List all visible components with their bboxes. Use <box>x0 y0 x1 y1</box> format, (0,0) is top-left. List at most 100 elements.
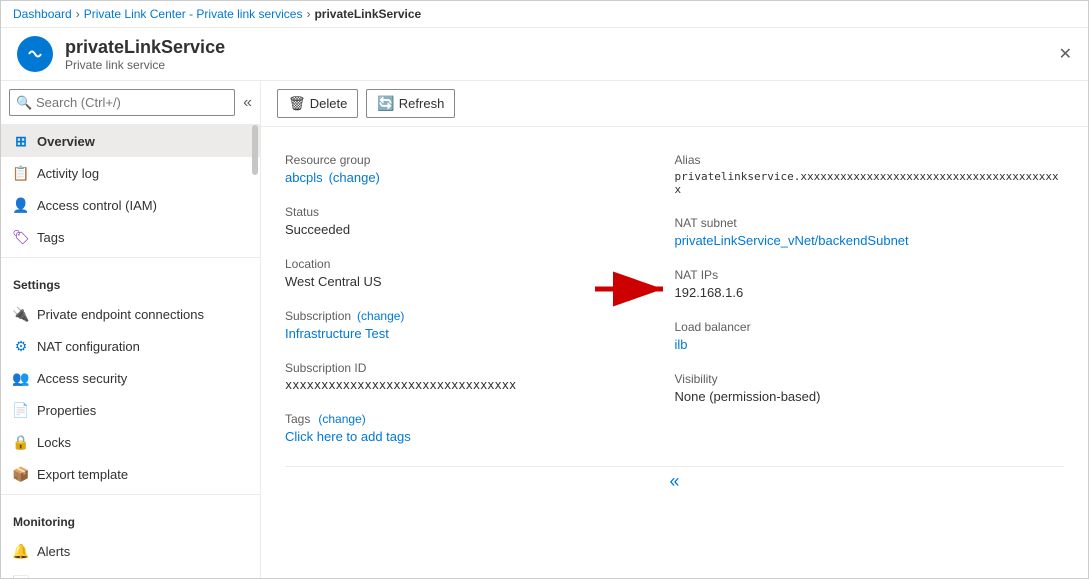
arrow-indicator <box>595 271 675 310</box>
locks-icon: 🔒 <box>13 434 29 450</box>
alias-label: Alias <box>675 153 1065 167</box>
nav-item-metrics[interactable]: 📊 Metrics <box>1 567 260 578</box>
nav-label-overview: Overview <box>37 134 95 149</box>
breadcrumb-private-link[interactable]: Private Link Center - Private link servi… <box>84 7 303 21</box>
private-endpoint-icon: 🔌 <box>13 306 29 322</box>
tags-change[interactable]: (change) <box>318 412 365 426</box>
service-title: privateLinkService <box>65 37 225 58</box>
nav-item-export-template[interactable]: 📦 Export template <box>1 458 260 490</box>
main-layout: 🔍 « ⊞ Overview 📋 Activity log <box>1 81 1088 578</box>
nav-label-access-control: Access control (IAM) <box>37 198 157 213</box>
status-label: Status <box>285 205 675 219</box>
delete-button[interactable]: 🗑 Delete <box>277 89 358 118</box>
alerts-icon: 🔔 <box>13 543 29 559</box>
resource-group-change[interactable]: (change) <box>329 170 380 185</box>
nav-item-tags[interactable]: 🏷 Tags <box>1 221 260 253</box>
nat-ips-item: NAT IPs 192.168.1.6 <box>675 258 1065 310</box>
subscription-label-row: Subscription (change) <box>285 309 675 323</box>
metrics-icon: 📊 <box>13 575 29 578</box>
nav-item-activity-log[interactable]: 📋 Activity log <box>1 157 260 189</box>
load-balancer-item: Load balancer ilb <box>675 310 1065 362</box>
nav-item-nat-config[interactable]: ⚙ NAT configuration <box>1 330 260 362</box>
service-icon <box>17 36 53 72</box>
nav-label-activity-log: Activity log <box>37 166 99 181</box>
resource-group-value[interactable]: abcpls <box>285 170 323 185</box>
content-area: 🗑 Delete 🔄 Refresh Resource group <box>261 81 1088 578</box>
nav-label-properties: Properties <box>37 403 96 418</box>
nav-label-alerts: Alerts <box>37 544 70 559</box>
subscription-change[interactable]: (change) <box>357 309 404 323</box>
visibility-item: Visibility None (permission-based) <box>675 362 1065 414</box>
refresh-icon: 🔄 <box>377 95 394 112</box>
breadcrumb-dashboard[interactable]: Dashboard <box>13 7 72 21</box>
toolbar: 🗑 Delete 🔄 Refresh <box>261 81 1088 127</box>
tags-item: Tags (change) Click here to add tags <box>285 402 675 454</box>
overview-icon: ⊞ <box>13 133 29 149</box>
tags-label-row: Tags (change) <box>285 412 675 426</box>
resource-group-label: Resource group <box>285 153 675 167</box>
details-grid: Resource group abcpls (change) Status Su… <box>285 143 1064 454</box>
nav-item-alerts[interactable]: 🔔 Alerts <box>1 535 260 567</box>
subscription-id-value: xxxxxxxxxxxxxxxxxxxxxxxxxxxxxxxx <box>285 378 675 392</box>
breadcrumb-current: privateLinkService <box>314 7 421 21</box>
delete-icon: 🗑 <box>288 95 306 112</box>
export-template-icon: 📦 <box>13 466 29 482</box>
nat-subnet-value[interactable]: privateLinkService_vNet/backendSubnet <box>675 233 909 248</box>
access-control-icon: 👤 <box>13 197 29 213</box>
right-column: Alias privatelinkservice.xxxxxxxxxxxxxxx… <box>675 143 1065 454</box>
refresh-button[interactable]: 🔄 Refresh <box>366 89 455 118</box>
header-left: privateLinkService Private link service <box>17 36 225 72</box>
nat-subnet-item: NAT subnet privateLinkService_vNet/backe… <box>675 206 1065 258</box>
sidebar-search-row: 🔍 « <box>1 81 260 125</box>
nav-item-properties[interactable]: 📄 Properties <box>1 394 260 426</box>
properties-icon: 📄 <box>13 402 29 418</box>
close-button[interactable]: ✕ <box>1059 44 1072 64</box>
nav-item-access-security[interactable]: 👥 Access security <box>1 362 260 394</box>
settings-section-title: Settings <box>1 262 260 298</box>
nav-item-overview[interactable]: ⊞ Overview <box>1 125 260 157</box>
nav-item-access-control[interactable]: 👤 Access control (IAM) <box>1 189 260 221</box>
breadcrumb-sep-2: › <box>306 7 310 21</box>
visibility-value: None (permission-based) <box>675 389 1065 404</box>
collapse-button[interactable]: « <box>669 471 679 492</box>
status-item: Status Succeeded <box>285 195 675 247</box>
collapse-chevron-icon[interactable]: « <box>243 94 252 112</box>
nav-label-locks: Locks <box>37 435 71 450</box>
app-container: Dashboard › Private Link Center - Privat… <box>0 0 1089 579</box>
nav-label-metrics: Metrics <box>37 576 79 579</box>
nav-divider-2 <box>1 494 260 495</box>
visibility-label: Visibility <box>675 372 1065 386</box>
nat-ips-value: 192.168.1.6 <box>675 285 1065 300</box>
tags-add-link[interactable]: Click here to add tags <box>285 429 411 444</box>
nav-label-private-endpoint: Private endpoint connections <box>37 307 204 322</box>
collapse-row: « <box>285 466 1064 492</box>
status-value: Succeeded <box>285 222 675 237</box>
subscription-value[interactable]: Infrastructure Test <box>285 326 675 341</box>
nat-config-icon: ⚙ <box>13 338 29 354</box>
alias-item: Alias privatelinkservice.xxxxxxxxxxxxxxx… <box>675 143 1065 206</box>
header-title-group: privateLinkService Private link service <box>65 37 225 72</box>
search-wrap: 🔍 <box>9 89 235 116</box>
access-security-icon: 👥 <box>13 370 29 386</box>
details-area: Resource group abcpls (change) Status Su… <box>261 127 1088 578</box>
search-input[interactable] <box>9 89 235 116</box>
load-balancer-value[interactable]: ilb <box>675 337 688 352</box>
subscription-id-label: Subscription ID <box>285 361 675 375</box>
nat-ips-label: NAT IPs <box>675 268 1065 282</box>
nav-item-private-endpoint[interactable]: 🔌 Private endpoint connections <box>1 298 260 330</box>
service-subtitle: Private link service <box>65 58 225 72</box>
activity-log-icon: 📋 <box>13 165 29 181</box>
resource-group-item: Resource group abcpls (change) <box>285 143 675 195</box>
delete-label: Delete <box>310 96 348 111</box>
nav-area: ⊞ Overview 📋 Activity log 👤 Access contr… <box>1 125 260 578</box>
nav-label-tags: Tags <box>37 230 64 245</box>
nav-label-export-template: Export template <box>37 467 128 482</box>
alias-value: privatelinkservice.xxxxxxxxxxxxxxxxxxxxx… <box>675 170 1065 196</box>
breadcrumb-sep-1: › <box>76 7 80 21</box>
nav-item-locks[interactable]: 🔒 Locks <box>1 426 260 458</box>
nav-divider-1 <box>1 257 260 258</box>
nat-subnet-label: NAT subnet <box>675 216 1065 230</box>
refresh-label: Refresh <box>399 96 445 111</box>
tags-icon: 🏷 <box>13 229 29 245</box>
sidebar: 🔍 « ⊞ Overview 📋 Activity log <box>1 81 261 578</box>
